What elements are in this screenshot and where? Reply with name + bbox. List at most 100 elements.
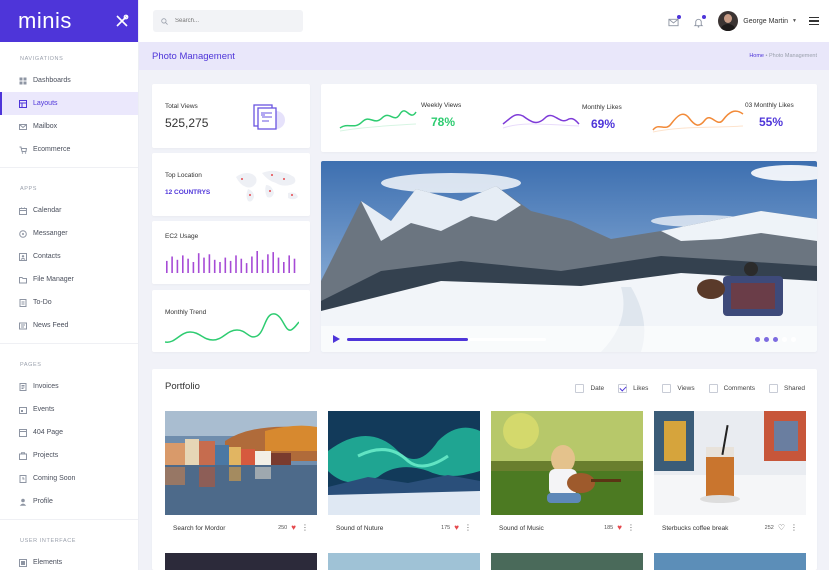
heart-outline-icon[interactable]: ♡ [778,524,785,532]
sidebar-item-layouts[interactable]: Layouts [0,92,138,115]
filter-checkbox[interactable] [618,384,628,393]
dashboard-icon [19,77,27,85]
like-count: 250 [278,525,288,531]
like-count: 175 [441,525,451,531]
breadcrumb-separator: • [765,53,768,59]
more-options-icon[interactable]: ⋮ [790,524,798,532]
sidebar-item-news-feed[interactable]: News Feed [0,314,138,337]
search-input[interactable] [175,18,295,24]
portfolio-item[interactable]: Sound of Nuture 175 ♥ ⋮ [328,411,480,541]
video-progress-track[interactable] [347,337,546,341]
ec2-bar [192,262,195,273]
folder-icon [19,276,27,284]
sidebar-item-to-do[interactable]: To-Do [0,291,138,314]
mail-notification-dot [677,15,682,19]
nav-divider [0,167,138,168]
ec2-bar [229,260,232,273]
portfolio-item-photo[interactable] [328,553,480,570]
world-map-icon [236,170,298,202]
search-icon [161,17,168,25]
bell-icon[interactable] [693,15,707,28]
sidebar-item-elements[interactable]: Elements [0,551,138,570]
sidebar-item-coming-soon[interactable]: Coming Soon [0,467,138,490]
ec2-bar [256,251,258,273]
portfolio-item[interactable]: Sterbucks coffee break 252 ♡ ⋮ [654,411,806,541]
ec2-bar [208,254,211,273]
ec2-bar [182,255,184,273]
sidebar-item-projects[interactable]: Projects [0,444,138,467]
sidebar-item-contacts[interactable]: Contacts [0,245,138,268]
play-icon[interactable] [333,335,340,343]
heart-icon[interactable]: ♥ [291,524,296,532]
ec2-usage-label: EC2 Usage [165,233,199,240]
stats-card: Weekly Views 78% Monthly Likes 69% 03 Mo… [321,84,817,152]
total-views-value: 525,275 [165,116,209,130]
sidebar-item-404-page[interactable]: 404 Page [0,421,138,444]
sidebar-item-label: Profile [33,498,53,505]
slide-dot[interactable] [773,337,778,342]
projects-icon [19,451,27,460]
sidebar-item-messanger[interactable]: Messanger [0,222,138,245]
portfolio-item-photo[interactable] [165,553,317,570]
sidebar-item-file-manager[interactable]: File Manager [0,268,138,291]
sidebar-item-invoices[interactable]: Invoices [0,375,138,398]
search-box[interactable] [153,10,303,32]
portfolio-item-title[interactable]: Sound of Nuture [336,525,383,532]
portfolio-item-title[interactable]: Search for Mordor [173,525,225,532]
filter-likes[interactable]: Likes [618,384,648,393]
page-title: Photo Management [152,50,235,62]
sidebar-item-calendar[interactable]: Calendar [0,199,138,222]
filter-checkbox[interactable] [708,384,718,393]
coffee-photo[interactable] [654,411,806,515]
like-count: 185 [604,525,614,531]
filter-checkbox[interactable] [575,384,585,393]
menu-icon[interactable] [809,16,819,26]
more-options-icon[interactable]: ⋮ [627,524,635,532]
portfolio-item[interactable]: Search for Mordor 250 ♥ ⋮ [165,411,317,541]
sidebar-item-profile[interactable]: Profile [0,490,138,513]
aurora-photo[interactable] [328,411,480,515]
town-reflection-photo[interactable] [165,411,317,515]
sidebar-item-label: Contacts [33,253,61,260]
portfolio-item-title[interactable]: Sterbucks coffee break [662,525,728,532]
portfolio-title: Portfolio [165,381,200,392]
mail-icon[interactable] [668,15,682,27]
user-name[interactable]: George Martin [743,18,788,25]
top-location-value: 12 COUNTRYS [165,189,211,196]
filter-views[interactable]: Views [662,384,695,393]
sidebar-item-dashboards[interactable]: Dashboards [0,69,138,92]
portfolio-item-title[interactable]: Sound of Music [499,525,544,532]
user-avatar[interactable] [718,11,739,31]
sidebar-item-events[interactable]: Events [0,398,138,421]
documents-icon [253,104,285,130]
slide-dot[interactable] [755,337,760,342]
portfolio-item-photo[interactable] [654,553,806,570]
portfolio-item-meta: Sound of Music 185 ♥ ⋮ [491,515,643,541]
slide-dot[interactable] [764,337,769,342]
filter-shared[interactable]: Shared [769,384,805,393]
top-location-label: Top Location [165,172,202,179]
chevron-down-icon[interactable]: ▼ [792,18,797,24]
video-player[interactable] [321,161,817,352]
heart-icon[interactable]: ♥ [617,524,622,532]
filter-comments[interactable]: Comments [708,384,755,393]
filter-checkbox[interactable] [769,384,779,393]
portfolio-item[interactable]: Sound of Music 185 ♥ ⋮ [491,411,643,541]
filter-label: Views [677,385,695,392]
filter-date[interactable]: Date [575,384,604,393]
more-options-icon[interactable]: ⋮ [301,524,309,532]
sidebar-item-label: Events [33,406,55,413]
slide-dots [755,337,796,342]
portfolio-item-photo[interactable] [491,553,643,570]
sidebar-item-mailbox[interactable]: Mailbox [0,115,138,138]
more-options-icon[interactable]: ⋮ [464,524,472,532]
heart-icon[interactable]: ♥ [454,524,459,532]
filter-checkbox[interactable] [662,384,672,393]
slide-dot[interactable] [791,337,796,342]
sidebar-item-ecommerce[interactable]: Ecommerce [0,138,138,161]
sidebar-toggle-icon[interactable] [115,14,129,28]
app-logo[interactable]: minis [18,8,72,34]
girl-guitar-photo[interactable] [491,411,643,515]
breadcrumb-home[interactable]: Home [749,53,764,59]
slide-dot[interactable] [782,337,787,342]
